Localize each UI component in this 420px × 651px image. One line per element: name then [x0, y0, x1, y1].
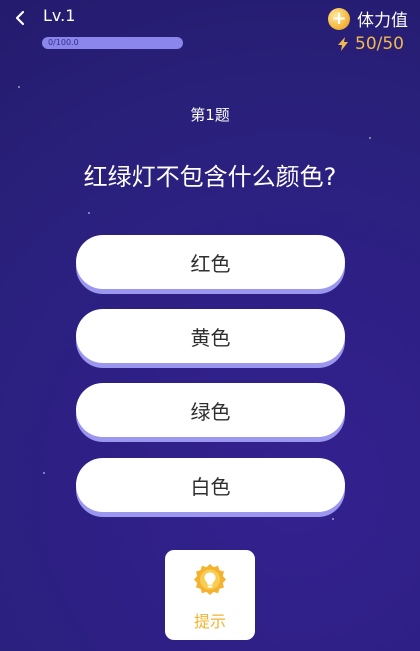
plus-coin-icon: + — [328, 7, 350, 30]
hint-label: 提示 — [193, 612, 226, 631]
star — [369, 137, 371, 139]
stamina-label: 体力值 — [357, 11, 408, 31]
level-label: Lv.1 — [43, 6, 76, 25]
energy-value: 50/50 — [355, 34, 404, 54]
star — [43, 472, 45, 474]
lightbulb-badge-icon — [194, 564, 226, 595]
answer-option-1[interactable]: 红色 — [76, 235, 345, 289]
back-button[interactable] — [10, 7, 32, 29]
lightning-icon — [338, 37, 348, 51]
stamina[interactable]: + 体力值 — [328, 6, 408, 31]
question-text: 红绿灯不包含什么颜色? — [83, 163, 337, 191]
level-progress-bar: 0/100.0 — [42, 37, 183, 49]
answer-option-3[interactable]: 绿色 — [76, 383, 345, 437]
answer-option-2[interactable]: 黄色 — [76, 309, 345, 363]
level-progress-text: 0/100.0 — [48, 38, 79, 47]
hint-button[interactable]: 提示 — [165, 550, 255, 640]
back-arrow-icon — [15, 10, 25, 26]
question-number: 第1题 — [190, 106, 230, 124]
star — [332, 518, 334, 520]
energy-counter: 50/50 — [335, 34, 404, 54]
star — [18, 86, 20, 88]
star — [88, 212, 90, 214]
answer-option-4[interactable]: 白色 — [76, 458, 345, 512]
